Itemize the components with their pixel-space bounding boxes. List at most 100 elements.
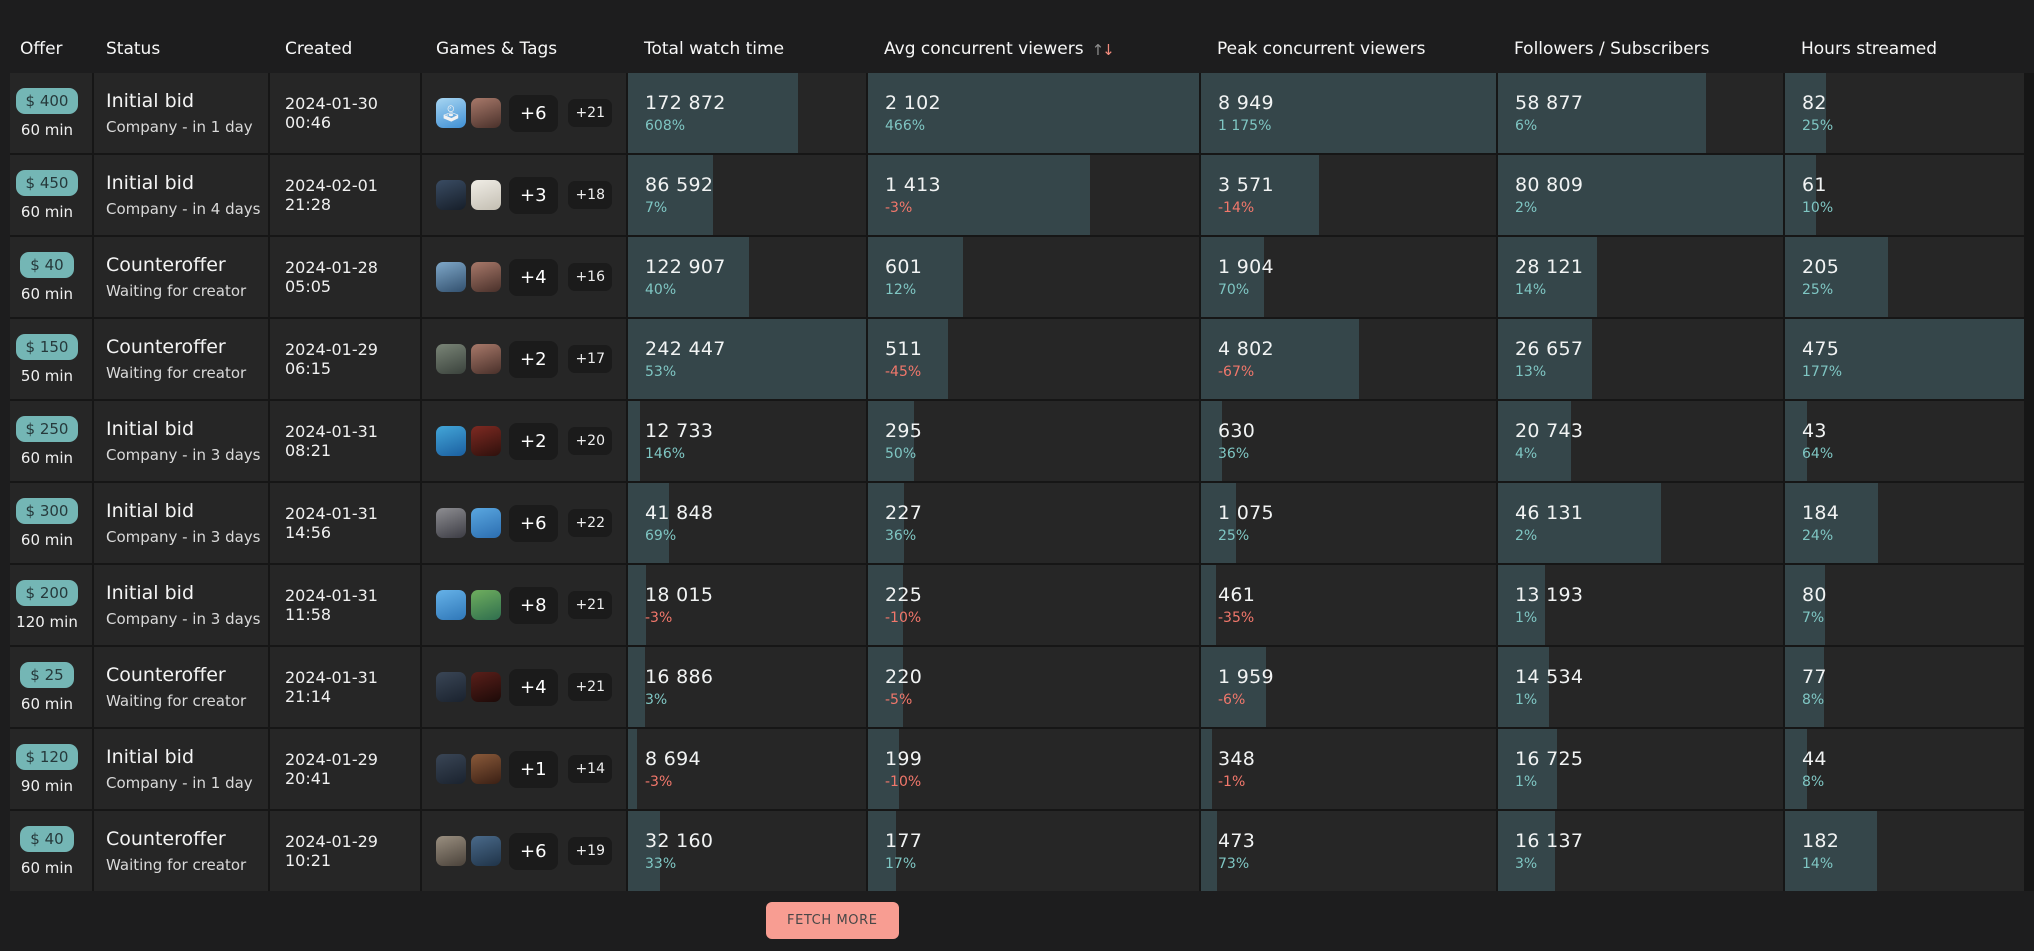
status-cell: Initial bid Company - in 3 days (94, 565, 268, 645)
avg-concurrent-viewers-cell: 295 50% (868, 401, 1199, 481)
game-thumbnail[interactable] (471, 590, 501, 620)
game-thumbnail[interactable] (436, 262, 466, 292)
more-games-badge[interactable]: +6 (509, 505, 558, 542)
game-thumbnail[interactable] (436, 754, 466, 784)
peak-concurrent-viewers-cell: 4 802 -67% (1201, 319, 1496, 399)
sort-indicator[interactable]: ↑↓ (1092, 41, 1113, 59)
offer-duration: 60 min (21, 859, 73, 877)
col-header-created[interactable]: Created (270, 0, 420, 73)
status-sublabel: Company - in 1 day (106, 774, 268, 792)
status-sublabel: Company - in 3 days (106, 528, 268, 546)
more-tags-badge[interactable]: +20 (568, 427, 612, 455)
avg-concurrent-viewers-value: 1 413 (885, 174, 1199, 196)
peak-concurrent-viewers-cell: 630 36% (1201, 401, 1496, 481)
more-tags-badge[interactable]: +19 (568, 837, 612, 865)
game-thumbnail[interactable] (471, 754, 501, 784)
avg-concurrent-viewers-change: -45% (885, 364, 1199, 380)
followers-subscribers-change: 1% (1515, 610, 1783, 626)
total-watch-time-value: 18 015 (645, 584, 866, 606)
status-cell: Counteroffer Waiting for creator (94, 237, 268, 317)
status-sublabel: Waiting for creator (106, 364, 268, 382)
more-tags-badge[interactable]: +18 (568, 181, 612, 209)
col-header-avg-concurrent-viewers[interactable]: Avg concurrent viewers ↑↓ (868, 0, 1199, 73)
value-bar (628, 565, 646, 645)
value-bar (628, 401, 640, 481)
games-tags-cell: 🕹 +6 +21 (422, 73, 626, 153)
game-thumbnail[interactable] (471, 836, 501, 866)
col-header-status[interactable]: Status (94, 0, 268, 73)
peak-concurrent-viewers-value: 473 (1218, 830, 1496, 852)
created-timestamp: 2024-01-30 00:46 (285, 94, 420, 132)
game-thumbnail[interactable] (471, 98, 501, 128)
more-tags-badge[interactable]: +22 (568, 509, 612, 537)
col-header-peak-concurrent-viewers[interactable]: Peak concurrent viewers (1201, 0, 1496, 73)
offer-cell: $ 400 60 min (10, 73, 92, 153)
game-thumbnail[interactable] (471, 344, 501, 374)
more-tags-badge[interactable]: +16 (568, 263, 612, 291)
peak-concurrent-viewers-cell: 3 571 -14% (1201, 155, 1496, 235)
game-thumbnail[interactable] (436, 508, 466, 538)
followers-subscribers-value: 16 137 (1515, 830, 1783, 852)
more-tags-badge[interactable]: +14 (568, 755, 612, 783)
more-tags-badge[interactable]: +17 (568, 345, 612, 373)
col-header-avg-concurrent-viewers-label: Avg concurrent viewers (884, 39, 1084, 59)
hours-streamed-cell: 44 8% (1785, 729, 2024, 809)
more-tags-badge[interactable]: +21 (568, 99, 612, 127)
more-games-badge[interactable]: +6 (509, 95, 558, 132)
game-thumbnail[interactable]: 🕹 (436, 98, 466, 128)
value-bar (628, 729, 637, 809)
more-games-badge[interactable]: +4 (509, 669, 558, 706)
value-bar (1201, 565, 1216, 645)
more-tags-badge[interactable]: +21 (568, 591, 612, 619)
peak-concurrent-viewers-value: 1 959 (1218, 666, 1496, 688)
value-bar (628, 647, 645, 727)
more-games-badge[interactable]: +6 (509, 833, 558, 870)
game-thumbnail[interactable] (471, 180, 501, 210)
followers-subscribers-value: 14 534 (1515, 666, 1783, 688)
col-header-hours-streamed[interactable]: Hours streamed (1785, 0, 2024, 73)
more-games-badge[interactable]: +1 (509, 751, 558, 788)
table-body: $ 400 60 min Initial bid Company - in 1 … (10, 73, 2034, 891)
game-thumbnail[interactable] (471, 426, 501, 456)
avg-concurrent-viewers-change: -3% (885, 200, 1199, 216)
games-tags-cell: +2 +20 (422, 401, 626, 481)
peak-concurrent-viewers-change: -67% (1218, 364, 1496, 380)
total-watch-time-cell: 242 447 53% (628, 319, 866, 399)
followers-subscribers-change: 13% (1515, 364, 1783, 380)
game-thumbnail[interactable] (436, 426, 466, 456)
more-games-badge[interactable]: +2 (509, 341, 558, 378)
col-header-offer[interactable]: Offer (10, 0, 92, 73)
more-tags-badge[interactable]: +21 (568, 673, 612, 701)
games-tags-cell: +4 +16 (422, 237, 626, 317)
followers-subscribers-cell: 13 193 1% (1498, 565, 1783, 645)
game-thumbnail[interactable] (471, 262, 501, 292)
more-games-badge[interactable]: +4 (509, 259, 558, 296)
game-thumbnail[interactable] (436, 836, 466, 866)
col-header-total-watch-time[interactable]: Total watch time (628, 0, 866, 73)
more-games-badge[interactable]: +2 (509, 423, 558, 460)
avg-concurrent-viewers-value: 295 (885, 420, 1199, 442)
col-header-games-tags[interactable]: Games & Tags (422, 0, 626, 73)
status-label: Counteroffer (106, 254, 268, 276)
total-watch-time-cell: 41 848 69% (628, 483, 866, 563)
fetch-more-button[interactable]: FETCH MORE (766, 902, 899, 939)
game-thumbnail[interactable] (436, 672, 466, 702)
offer-duration: 60 min (21, 203, 73, 221)
more-games-badge[interactable]: +3 (509, 177, 558, 214)
created-timestamp: 2024-01-31 08:21 (285, 422, 420, 460)
col-header-games-tags-label: Games & Tags (436, 39, 557, 59)
game-thumbnail[interactable] (471, 508, 501, 538)
game-thumbnail[interactable] (471, 672, 501, 702)
game-thumbnail[interactable] (436, 344, 466, 374)
hours-streamed-change: 8% (1802, 774, 2024, 790)
game-thumbnail[interactable] (436, 590, 466, 620)
avg-concurrent-viewers-change: 50% (885, 446, 1199, 462)
total-watch-time-value: 8 694 (645, 748, 866, 770)
more-games-badge[interactable]: +8 (509, 587, 558, 624)
status-label: Initial bid (106, 746, 268, 768)
game-thumbnail[interactable] (436, 180, 466, 210)
col-header-followers-subscribers[interactable]: Followers / Subscribers (1498, 0, 1783, 73)
total-watch-time-value: 12 733 (645, 420, 866, 442)
col-header-peak-concurrent-viewers-label: Peak concurrent viewers (1217, 39, 1425, 59)
hours-streamed-value: 43 (1802, 420, 2024, 442)
